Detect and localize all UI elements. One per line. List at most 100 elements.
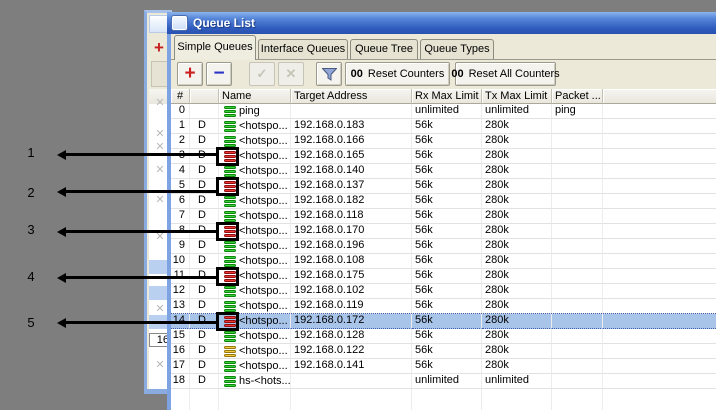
column-header-blank[interactable] [190,89,219,104]
queue-list-window: Queue List Simple Queues Interface Queues… [167,12,716,410]
tab-interface-queues[interactable]: Interface Queues [258,39,348,59]
cell-rx-max-limit: 56k [412,224,482,239]
enable-button: ✓ [249,62,275,86]
reset-counters-label: Reset Counters [367,68,445,80]
remove-button[interactable]: − [206,62,232,86]
cell-target-address [291,104,412,119]
cell-name: <hotspo... [219,119,291,134]
table-row[interactable]: 6 D <hotspo... 192.168.0.182 56k 280k [171,194,716,209]
table-row[interactable]: 11 D <hotspo... 192.168.0.175 56k 280k [171,269,716,284]
disabled-x-icon: ✕ [155,194,165,206]
cell-filler [603,299,716,314]
window-icon [172,16,187,30]
cell-name: ping [219,104,291,119]
cell-filler [412,389,482,410]
cell-rx-max-limit: 56k [412,239,482,254]
reset-counters-button[interactable]: 00 Reset Counters [345,62,450,86]
cell-number: 4 [171,164,190,179]
queue-green-icon [224,195,236,208]
funnel-icon [321,67,337,81]
cell-rx-max-limit: 56k [412,119,482,134]
cell-tx-max-limit: 280k [482,254,552,269]
column-header-#[interactable]: # [171,89,190,104]
column-header-target-address[interactable]: Target Address [291,89,412,104]
cell-target-address: 192.168.0.170 [291,224,412,239]
table-row[interactable]: 3D <hotspo...192.168.0.16556k280k [171,149,716,164]
cell-rx-max-limit: unlimited [412,104,482,119]
cell-packet [552,359,603,374]
cell-target-address: 192.168.0.165 [291,149,412,164]
annotation-arrow [65,276,217,279]
disabled-x-icon: ✕ [155,303,165,315]
cell-filler [603,239,716,254]
annotation-label-2: 2 [27,185,35,200]
cell-flags: D [190,194,219,209]
queue-green-icon [224,105,236,118]
cell-number: 6 [171,194,190,209]
cell-rx-max-limit: 56k [412,329,482,344]
cell-number: 9 [171,239,190,254]
table-row[interactable]: 10 D <hotspo... 192.168.0.108 56k 280k [171,254,716,269]
queue-name: <hotspo... [239,164,288,177]
table-row[interactable]: 2 D <hotspo... 192.168.0.166 56k 280k [171,134,716,149]
cell-filler [603,179,716,194]
table-row[interactable]: 14 D <hotspo... 192.168.0.172 56k 280k [171,313,716,329]
table-row[interactable]: 8D<hotspo...192.168.0.17056k280k [171,224,716,239]
cell-target-address: 192.168.0.141 [291,359,412,374]
cross-icon: ✕ [285,66,297,81]
table-row[interactable]: 1 D <hotspo... 192.168.0.183 56k 280k [171,119,716,134]
cell-tx-max-limit: 280k [482,284,552,299]
column-header-packet-[interactable]: Packet ... [552,89,603,104]
title-bar[interactable]: Queue List [167,12,716,34]
cell-packet [552,134,603,149]
table-row[interactable]: 15 D <hotspo... 192.168.0.128 56k 280k [171,329,716,344]
table-row[interactable]: 13 D <hotspo... 192.168.0.119 56k 280k [171,299,716,314]
table-row[interactable]: 17 D <hotspo... 192.168.0.141 56k 280k [171,359,716,374]
cell-filler [603,269,716,284]
cell-packet [552,179,603,194]
table-row[interactable]: 7 D <hotspo... 192.168.0.118 56k 280k [171,209,716,224]
tab-simple-queues[interactable]: Simple Queues [174,35,256,60]
column-header-rx-max-limit[interactable]: Rx Max Limit [412,89,482,104]
cell-rx-max-limit: 56k [412,149,482,164]
cell-number: 7 [171,209,190,224]
tab-queue-types[interactable]: Queue Types [420,39,494,59]
annotation-box-row-8 [216,222,239,241]
cell-packet [552,149,603,164]
filter-button[interactable] [316,62,342,86]
add-icon[interactable]: + [154,39,164,56]
table-row[interactable]: 9 D <hotspo... 192.168.0.196 56k 280k [171,239,716,254]
queue-name: <hotspo... [239,329,288,342]
column-header-name[interactable]: Name [219,89,291,104]
cell-rx-max-limit: 56k [412,359,482,374]
table-row[interactable]: 0 ping unlimited unlimited ping [171,104,716,119]
cell-target-address: 192.168.0.119 [291,299,412,314]
tab-queue-tree[interactable]: Queue Tree [350,39,418,59]
cell-name: <hotspo... [219,194,291,209]
cell-tx-max-limit: unlimited [482,374,552,389]
column-header-blank[interactable] [603,89,716,104]
cell-tx-max-limit: 280k [482,239,552,254]
cell-filler [603,254,716,269]
reset-all-counters-button[interactable]: 00 Reset All Counters [451,62,560,86]
cell-tx-max-limit: 280k [482,164,552,179]
table-row[interactable]: 4 D <hotspo... 192.168.0.140 56k 280k [171,164,716,179]
cell-filler [603,194,716,209]
queue-name: <hotspo... [239,344,288,357]
cell-tx-max-limit: 280k [482,149,552,164]
column-header-tx-max-limit[interactable]: Tx Max Limit [482,89,552,104]
cell-tx-max-limit: unlimited [482,104,552,119]
table-row[interactable]: 16 D <hotspo... 192.168.0.122 56k 280k [171,344,716,359]
add-button[interactable]: + [177,62,203,86]
cell-name: <hotspo... [219,284,291,299]
cell-rx-max-limit: 56k [412,134,482,149]
table-row[interactable]: 12 D <hotspo... 192.168.0.102 56k 280k [171,284,716,299]
cell-filler [603,209,716,224]
cell-flags: D [190,239,219,254]
cell-number: 16 [171,344,190,359]
cell-flags: D [190,254,219,269]
plus-icon: + [184,63,196,84]
table-row[interactable]: 18 Dhs-<hots... unlimited unlimited [171,374,716,389]
table-row[interactable]: 5 D <hotspo... 192.168.0.137 56k 280k [171,179,716,194]
check-icon: ✓ [256,66,268,81]
